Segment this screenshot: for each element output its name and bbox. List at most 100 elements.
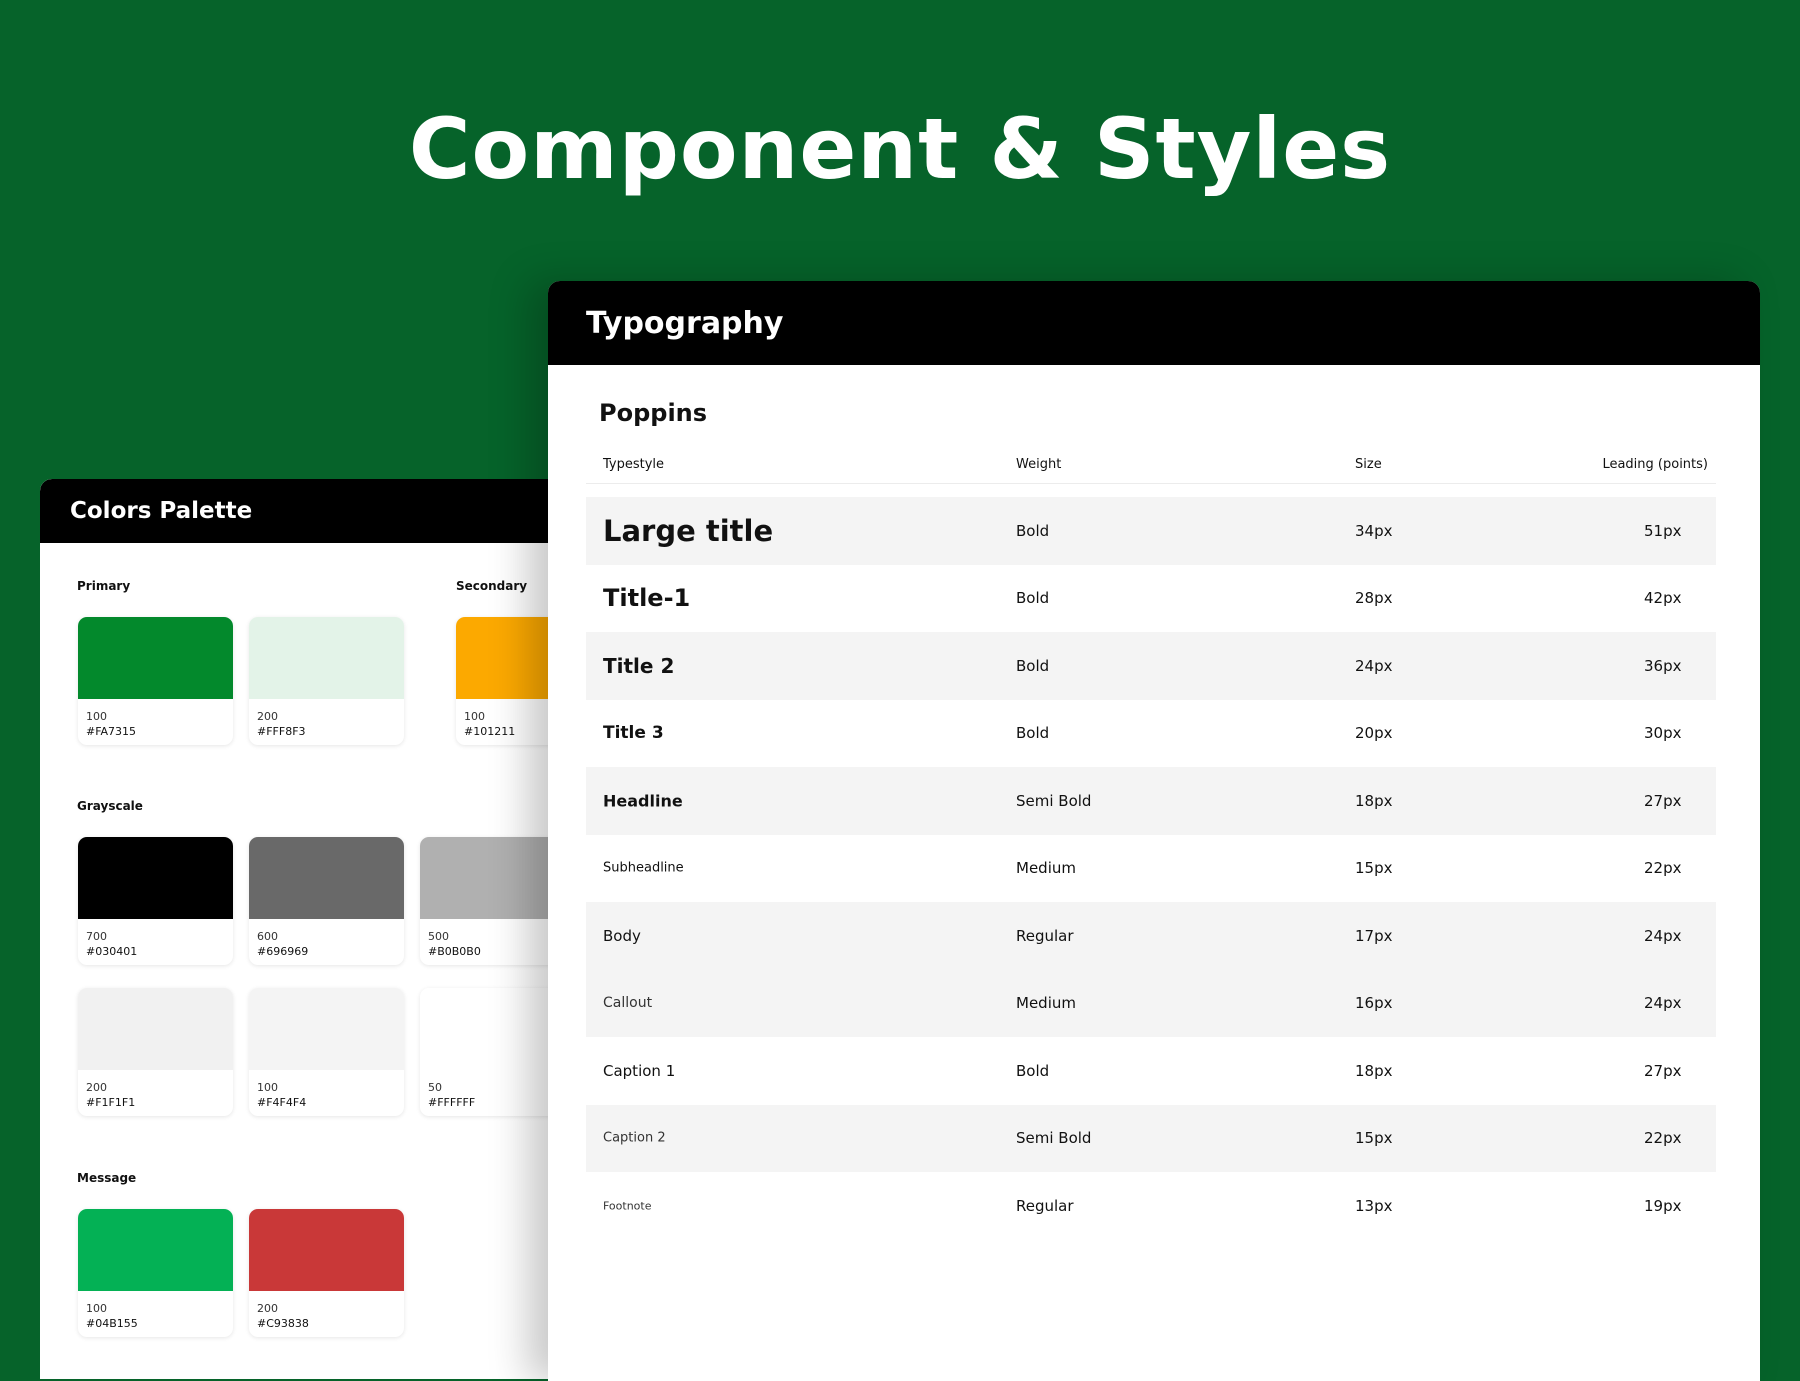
swatch-shade: 600 [257,930,278,943]
table-row: Large title Bold 34px 51px [586,497,1716,565]
swatch-message-error[interactable]: 200 #C93838 [249,1209,404,1337]
weight-cell: Bold [1016,1061,1050,1080]
swatch-shade: 200 [257,1302,278,1315]
typography-title: Typography [586,305,784,341]
page-title: Component & Styles [408,100,1392,198]
table-row: Title 2 Bold 24px 36px [586,632,1716,700]
column-header-size: Size [1355,457,1382,472]
typography-header: Typography [548,281,1760,365]
colors-palette-card: Colors Palette Primary Secondary 100 #FA… [40,479,600,1379]
leading-cell: 36px [1644,656,1682,675]
swatch-grayscale-100[interactable]: 100 #F4F4F4 [249,988,404,1116]
size-cell: 18px [1355,1061,1393,1080]
swatch-primary-100[interactable]: 100 #FA7315 [78,617,233,745]
swatch-grayscale-700[interactable]: 700 #030401 [78,837,233,965]
table-row: Title 3 Bold 20px 30px [586,700,1716,768]
section-label-message: Message [77,1171,137,1185]
table-row: Title-1 Bold 28px 42px [586,565,1716,633]
swatch-primary-200[interactable]: 200 #FFF8F3 [249,617,404,745]
swatch-grayscale-200[interactable]: 200 #F1F1F1 [78,988,233,1116]
typestyle-cell: Body [603,926,641,945]
column-header-leading: Leading (points) [1602,457,1708,472]
swatch-hex: #696969 [257,945,309,958]
typestyle-cell: Caption 1 [603,1061,676,1080]
leading-cell: 42px [1644,589,1682,608]
table-row: Callout Medium 16px 24px [586,969,1716,1037]
swatch-hex: #04B155 [86,1317,138,1330]
swatch-shade: 100 [86,1302,107,1315]
leading-cell: 22px [1644,1129,1682,1148]
weight-cell: Medium [1016,859,1076,878]
weight-cell: Bold [1016,724,1050,743]
swatch-chip [78,617,233,699]
typestyle-cell: Callout [603,995,653,1012]
colors-palette-header: Colors Palette [40,479,600,543]
swatch-hex: #FFFFFF [428,1096,476,1109]
swatch-chip [78,988,233,1070]
swatch-shade: 100 [86,710,107,723]
typestyle-cell: Title-1 [603,584,691,613]
column-header-weight: Weight [1016,457,1062,472]
size-cell: 20px [1355,724,1393,743]
weight-cell: Semi Bold [1016,791,1092,810]
swatch-hex: #101211 [464,725,516,738]
size-cell: 16px [1355,994,1393,1013]
section-label-primary: Primary [77,579,131,593]
swatch-shade: 200 [257,710,278,723]
size-cell: 34px [1355,521,1393,540]
swatch-hex: #030401 [86,945,138,958]
typestyle-cell: Caption 2 [603,1130,666,1146]
swatch-hex: #F1F1F1 [86,1096,136,1109]
table-row: Caption 1 Bold 18px 27px [586,1037,1716,1105]
weight-cell: Regular [1016,926,1074,945]
typestyle-cell: Headline [603,791,683,811]
size-cell: 13px [1355,1196,1393,1215]
colors-palette-title: Colors Palette [70,498,253,524]
weight-cell: Bold [1016,656,1050,675]
swatch-grayscale-600[interactable]: 600 #696969 [249,837,404,965]
leading-cell: 19px [1644,1196,1682,1215]
swatch-shade: 100 [464,710,485,723]
leading-cell: 30px [1644,724,1682,743]
typestyle-cell: Subheadline [603,860,684,876]
table-row: Body Regular 17px 24px [586,902,1716,970]
size-cell: 28px [1355,589,1393,608]
leading-cell: 24px [1644,994,1682,1013]
table-row: Subheadline Medium 15px 22px [586,835,1716,903]
weight-cell: Bold [1016,521,1050,540]
size-cell: 15px [1355,1129,1393,1148]
leading-cell: 27px [1644,1061,1682,1080]
swatch-hex: #C93838 [257,1317,309,1330]
swatch-hex: #F4F4F4 [257,1096,307,1109]
column-header-typestyle: Typestyle [603,457,665,472]
typestyle-cell: Title 3 [603,723,664,744]
swatch-shade: 50 [428,1081,442,1094]
table-row: Headline Semi Bold 18px 27px [586,767,1716,835]
size-cell: 15px [1355,859,1393,878]
weight-cell: Bold [1016,589,1050,608]
swatch-hex: #FFF8F3 [257,725,306,738]
swatch-hex: #FA7315 [86,725,137,738]
font-family-name: Poppins [599,399,708,427]
swatch-chip [249,617,404,699]
leading-cell: 51px [1644,521,1682,540]
typography-table-body: Large title Bold 34px 51px Title-1 Bold … [586,497,1716,1240]
swatch-shade: 200 [86,1081,107,1094]
swatch-chip [249,988,404,1070]
leading-cell: 24px [1644,926,1682,945]
swatch-shade: 100 [257,1081,278,1094]
swatch-shade: 500 [428,930,449,943]
swatch-hex: #B0B0B0 [428,945,481,958]
swatch-chip [78,1209,233,1291]
weight-cell: Regular [1016,1196,1074,1215]
typography-card: Typography Poppins Typestyle Weight Size… [548,281,1760,1381]
typestyle-cell: Large title [603,513,774,548]
table-row: Footnote Regular 13px 19px [586,1172,1716,1240]
size-cell: 18px [1355,791,1393,810]
weight-cell: Medium [1016,994,1076,1013]
size-cell: 24px [1355,656,1393,675]
swatch-message-success[interactable]: 100 #04B155 [78,1209,233,1337]
swatch-shade: 700 [86,930,107,943]
swatch-chip [78,837,233,919]
size-cell: 17px [1355,926,1393,945]
